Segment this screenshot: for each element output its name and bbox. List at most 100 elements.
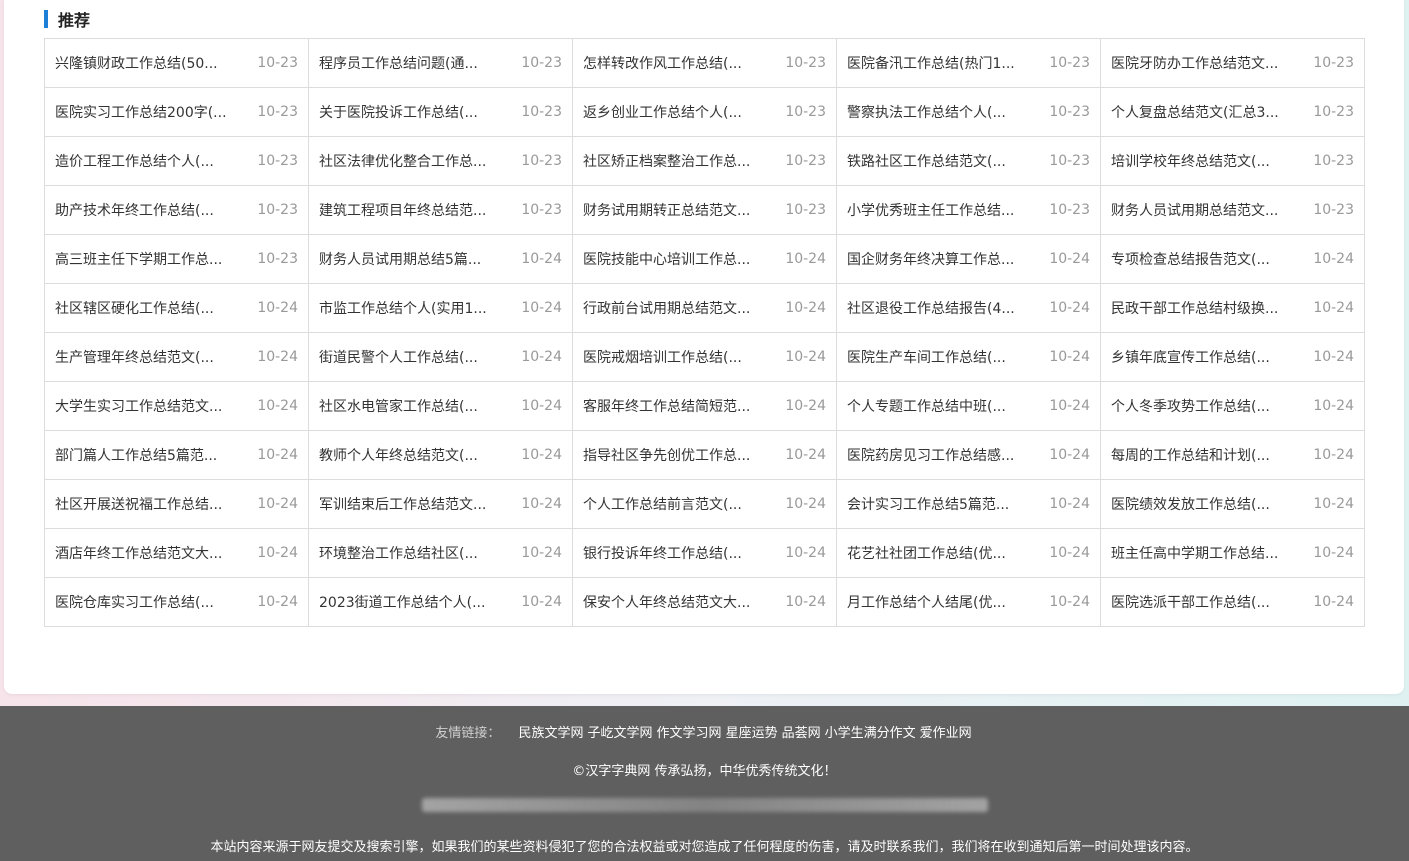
article-item[interactable]: 程序员工作总结问题(通... 10-23: [309, 39, 573, 88]
article-item[interactable]: 保安个人年终总结范文大... 10-24: [573, 578, 837, 627]
article-item[interactable]: 银行投诉年终工作总结(... 10-24: [573, 529, 837, 578]
article-title[interactable]: 军训结束后工作总结范文...: [319, 494, 505, 514]
article-title[interactable]: 行政前台试用期总结范文...: [583, 298, 769, 318]
article-item[interactable]: 医院技能中心培训工作总... 10-24: [573, 235, 837, 284]
article-title[interactable]: 建筑工程项目年终总结范...: [319, 200, 505, 220]
article-item[interactable]: 2023街道工作总结个人(... 10-24: [309, 578, 573, 627]
article-title[interactable]: 医院牙防办工作总结范文...: [1111, 53, 1297, 73]
article-title[interactable]: 程序员工作总结问题(通...: [319, 53, 505, 73]
article-item[interactable]: 医院牙防办工作总结范文... 10-23: [1101, 39, 1365, 88]
article-item[interactable]: 社区水电管家工作总结(... 10-24: [309, 382, 573, 431]
article-item[interactable]: 班主任高中学期工作总结... 10-24: [1101, 529, 1365, 578]
article-item[interactable]: 兴隆镇财政工作总结(50... 10-23: [45, 39, 309, 88]
article-title[interactable]: 医院备汛工作总结(热门1...: [847, 53, 1033, 73]
article-title[interactable]: 医院戒烟培训工作总结(...: [583, 347, 769, 367]
article-item[interactable]: 花艺社社团工作总结(优... 10-24: [837, 529, 1101, 578]
article-item[interactable]: 医院绩效发放工作总结(... 10-24: [1101, 480, 1365, 529]
article-title[interactable]: 教师个人年终总结范文(...: [319, 445, 505, 465]
article-item[interactable]: 财务人员试用期总结5篇... 10-24: [309, 235, 573, 284]
article-title[interactable]: 个人工作总结前言范文(...: [583, 494, 769, 514]
article-title[interactable]: 银行投诉年终工作总结(...: [583, 543, 769, 563]
article-item[interactable]: 财务人员试用期总结范文... 10-23: [1101, 186, 1365, 235]
article-title[interactable]: 医院实习工作总结200字(...: [55, 102, 241, 122]
article-title[interactable]: 每周的工作总结和计划(...: [1111, 445, 1297, 465]
article-title[interactable]: 保安个人年终总结范文大...: [583, 592, 769, 612]
article-item[interactable]: 个人专题工作总结中班(... 10-24: [837, 382, 1101, 431]
article-title[interactable]: 专项检查总结报告范文(...: [1111, 249, 1297, 269]
article-title[interactable]: 个人冬季攻势工作总结(...: [1111, 396, 1297, 416]
article-item[interactable]: 行政前台试用期总结范文... 10-24: [573, 284, 837, 333]
article-item[interactable]: 国企财务年终决算工作总... 10-24: [837, 235, 1101, 284]
article-title[interactable]: 市监工作总结个人(实用1...: [319, 298, 505, 318]
article-item[interactable]: 怎样转改作风工作总结(... 10-23: [573, 39, 837, 88]
article-title[interactable]: 助产技术年终工作总结(...: [55, 200, 241, 220]
article-item[interactable]: 社区开展送祝福工作总结... 10-24: [45, 480, 309, 529]
article-item[interactable]: 社区退役工作总结报告(4... 10-24: [837, 284, 1101, 333]
article-item[interactable]: 街道民警个人工作总结(... 10-24: [309, 333, 573, 382]
article-item[interactable]: 小学优秀班主任工作总结... 10-23: [837, 186, 1101, 235]
article-item[interactable]: 月工作总结个人结尾(优... 10-24: [837, 578, 1101, 627]
article-item[interactable]: 社区矫正档案整治工作总... 10-23: [573, 137, 837, 186]
article-title[interactable]: 乡镇年底宣传工作总结(...: [1111, 347, 1297, 367]
article-item[interactable]: 关于医院投诉工作总结(... 10-23: [309, 88, 573, 137]
article-item[interactable]: 社区辖区硬化工作总结(... 10-24: [45, 284, 309, 333]
article-title[interactable]: 财务人员试用期总结范文...: [1111, 200, 1297, 220]
article-title[interactable]: 小学优秀班主任工作总结...: [847, 200, 1033, 220]
article-item[interactable]: 造价工程工作总结个人(... 10-23: [45, 137, 309, 186]
article-item[interactable]: 医院药房见习工作总结感... 10-24: [837, 431, 1101, 480]
article-item[interactable]: 指导社区争先创优工作总... 10-24: [573, 431, 837, 480]
article-item[interactable]: 客服年终工作总结简短范... 10-24: [573, 382, 837, 431]
article-title[interactable]: 客服年终工作总结简短范...: [583, 396, 769, 416]
article-title[interactable]: 街道民警个人工作总结(...: [319, 347, 505, 367]
article-title[interactable]: 兴隆镇财政工作总结(50...: [55, 53, 241, 73]
article-title[interactable]: 医院药房见习工作总结感...: [847, 445, 1033, 465]
article-item[interactable]: 财务试用期转正总结范文... 10-23: [573, 186, 837, 235]
article-item[interactable]: 环境整治工作总结社区(... 10-24: [309, 529, 573, 578]
article-title[interactable]: 社区开展送祝福工作总结...: [55, 494, 241, 514]
article-title[interactable]: 2023街道工作总结个人(...: [319, 592, 505, 612]
article-title[interactable]: 民政干部工作总结村级换...: [1111, 298, 1297, 318]
article-item[interactable]: 会计实习工作总结5篇范... 10-24: [837, 480, 1101, 529]
article-item[interactable]: 专项检查总结报告范文(... 10-24: [1101, 235, 1365, 284]
article-title[interactable]: 个人复盘总结范文(汇总3...: [1111, 102, 1297, 122]
article-item[interactable]: 酒店年终工作总结范文大... 10-24: [45, 529, 309, 578]
article-item[interactable]: 医院实习工作总结200字(... 10-23: [45, 88, 309, 137]
article-title[interactable]: 月工作总结个人结尾(优...: [847, 592, 1033, 612]
article-title[interactable]: 花艺社社团工作总结(优...: [847, 543, 1033, 563]
article-title[interactable]: 环境整治工作总结社区(...: [319, 543, 505, 563]
article-title[interactable]: 造价工程工作总结个人(...: [55, 151, 241, 171]
article-item[interactable]: 个人复盘总结范文(汇总3... 10-23: [1101, 88, 1365, 137]
article-title[interactable]: 国企财务年终决算工作总...: [847, 249, 1033, 269]
friend-link[interactable]: 民族文学网: [519, 726, 584, 741]
article-title[interactable]: 关于医院投诉工作总结(...: [319, 102, 505, 122]
article-item[interactable]: 返乡创业工作总结个人(... 10-23: [573, 88, 837, 137]
friend-link[interactable]: 作文学习网: [657, 726, 722, 741]
article-title[interactable]: 医院绩效发放工作总结(...: [1111, 494, 1297, 514]
friend-link[interactable]: 品荟网: [782, 726, 821, 741]
article-item[interactable]: 教师个人年终总结范文(... 10-24: [309, 431, 573, 480]
article-item[interactable]: 建筑工程项目年终总结范... 10-23: [309, 186, 573, 235]
article-item[interactable]: 警察执法工作总结个人(... 10-23: [837, 88, 1101, 137]
article-title[interactable]: 生产管理年终总结范文(...: [55, 347, 241, 367]
article-item[interactable]: 医院生产车间工作总结(... 10-24: [837, 333, 1101, 382]
article-title[interactable]: 财务人员试用期总结5篇...: [319, 249, 505, 269]
article-title[interactable]: 酒店年终工作总结范文大...: [55, 543, 241, 563]
article-title[interactable]: 医院仓库实习工作总结(...: [55, 592, 241, 612]
friend-link[interactable]: 星座运势: [726, 726, 778, 741]
article-item[interactable]: 高三班主任下学期工作总... 10-23: [45, 235, 309, 284]
article-item[interactable]: 生产管理年终总结范文(... 10-24: [45, 333, 309, 382]
article-title[interactable]: 怎样转改作风工作总结(...: [583, 53, 769, 73]
article-item[interactable]: 医院戒烟培训工作总结(... 10-24: [573, 333, 837, 382]
article-item[interactable]: 大学生实习工作总结范文... 10-24: [45, 382, 309, 431]
friend-link[interactable]: 小学生满分作文: [825, 726, 916, 741]
article-title[interactable]: 高三班主任下学期工作总...: [55, 249, 241, 269]
article-title[interactable]: 医院生产车间工作总结(...: [847, 347, 1033, 367]
article-title[interactable]: 个人专题工作总结中班(...: [847, 396, 1033, 416]
article-title[interactable]: 会计实习工作总结5篇范...: [847, 494, 1033, 514]
article-item[interactable]: 医院仓库实习工作总结(... 10-24: [45, 578, 309, 627]
article-item[interactable]: 社区法律优化整合工作总... 10-23: [309, 137, 573, 186]
article-item[interactable]: 个人冬季攻势工作总结(... 10-24: [1101, 382, 1365, 431]
article-title[interactable]: 指导社区争先创优工作总...: [583, 445, 769, 465]
article-title[interactable]: 医院技能中心培训工作总...: [583, 249, 769, 269]
article-item[interactable]: 医院选派干部工作总结(... 10-24: [1101, 578, 1365, 627]
